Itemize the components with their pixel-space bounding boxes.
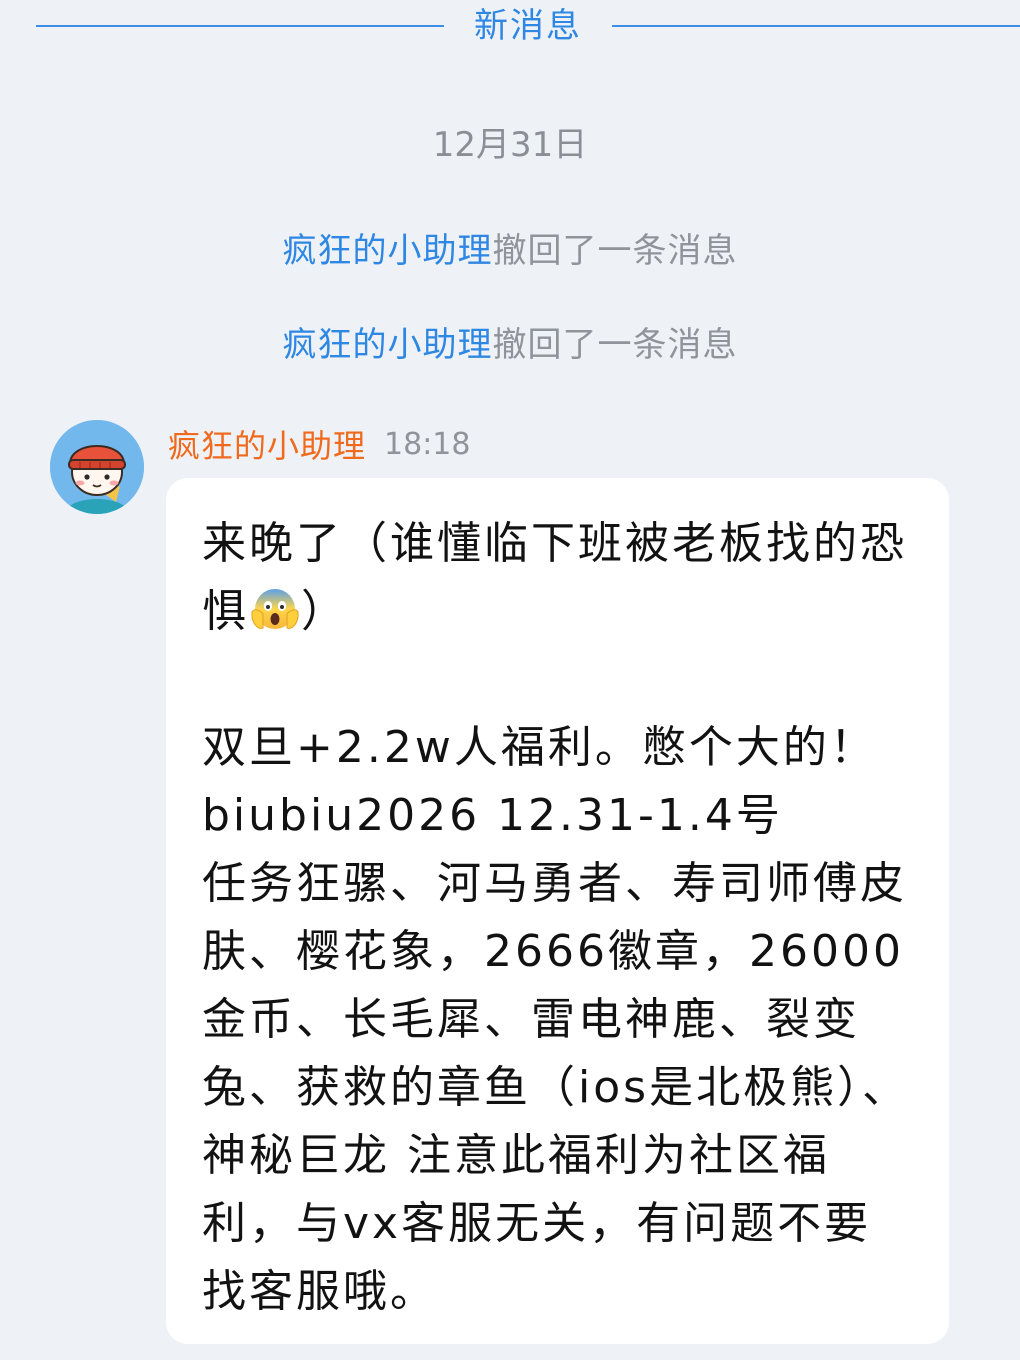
divider-line-right xyxy=(612,25,1020,27)
recall-notice-user-link[interactable]: 疯狂的小助理 xyxy=(283,325,493,365)
new-messages-label: 新消息 xyxy=(474,6,582,46)
divider-line-left xyxy=(36,25,444,27)
message-timestamp: 18:18 xyxy=(384,426,471,462)
recall-notice: 疯狂的小助理撤回了一条消息 xyxy=(0,322,1020,368)
message-bubble[interactable]: 来晚了（谁懂临下班被老板找的恐惧） 双旦+2.2w人福利。憋个大的！ biubi… xyxy=(166,478,949,1344)
recall-notice-text: 撤回了一条消息 xyxy=(492,325,738,365)
recall-notice: 疯狂的小助理撤回了一条消息 xyxy=(0,228,1020,274)
sender-name[interactable]: 疯狂的小助理 xyxy=(168,421,366,467)
message-text: 来晚了（谁懂临下班被老板找的恐惧） 双旦+2.2w人福利。憋个大的！ biubi… xyxy=(202,510,915,1326)
recall-notice-text: 撤回了一条消息 xyxy=(492,231,738,271)
message-text-part: ） 双旦+2.2w人福利。憋个大的！ biubiu2026 12.31-1.4号… xyxy=(202,586,910,1317)
recall-notice-user-link[interactable]: 疯狂的小助理 xyxy=(283,231,493,271)
date-label: 12月31日 xyxy=(432,125,588,165)
avatar[interactable] xyxy=(50,420,144,514)
avatar-cartoon-red-hat-icon xyxy=(50,420,144,514)
message-header: 疯狂的小助理 18:18 xyxy=(168,422,470,466)
face-screaming-in-fear-icon xyxy=(251,589,299,629)
new-messages-divider: 新消息 xyxy=(36,2,1020,50)
